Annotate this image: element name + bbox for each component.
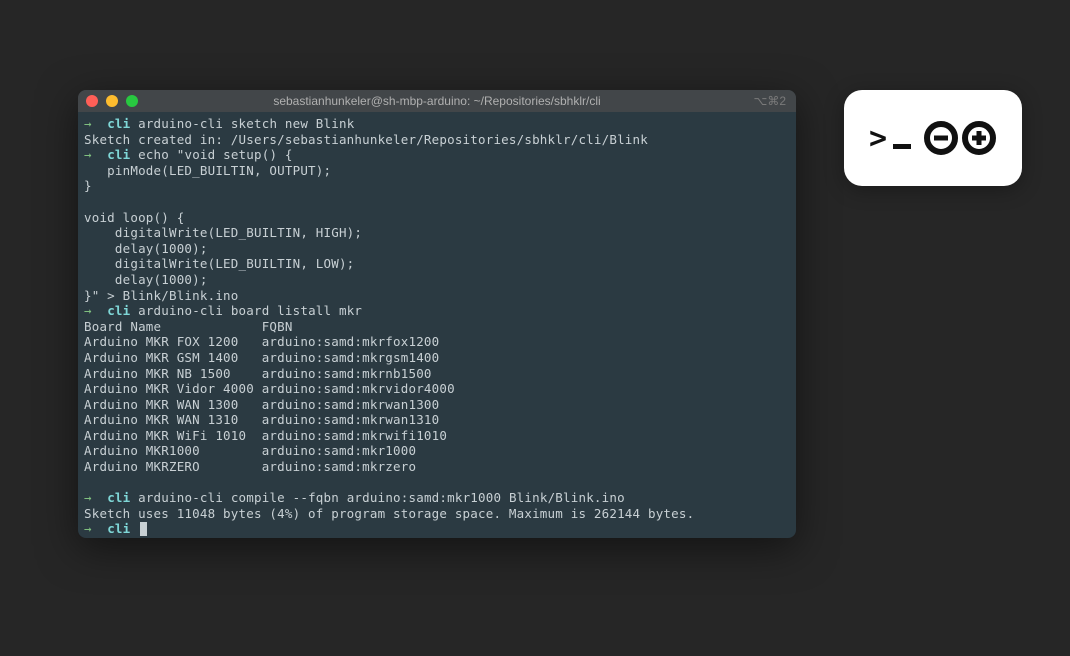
cmd-echo: echo "void setup() {	[138, 147, 293, 162]
output-line: }	[84, 178, 92, 193]
window-shortcut: ⌥⌘2	[753, 94, 786, 108]
output-line: Sketch uses 11048 bytes (4%) of program …	[84, 506, 694, 521]
output-line: pinMode(LED_BUILTIN, OUTPUT);	[84, 163, 331, 178]
cmd-sketch-new: arduino-cli sketch new Blink	[138, 116, 354, 131]
table-row: Arduino MKR NB 1500 arduino:samd:mkrnb15…	[84, 366, 432, 381]
prompt-arrow-icon: →	[84, 147, 92, 162]
table-row: Arduino MKRZERO arduino:samd:mkrzero	[84, 459, 416, 474]
table-row: Arduino MKR GSM 1400 arduino:samd:mkrgsm…	[84, 350, 439, 365]
prompt-arrow-icon: →	[84, 521, 92, 536]
table-row: Arduino MKR FOX 1200 arduino:samd:mkrfox…	[84, 334, 439, 349]
titlebar[interactable]: sebastianhunkeler@sh-mbp-arduino: ~/Repo…	[78, 90, 796, 112]
cmd-board-listall: arduino-cli board listall mkr	[138, 303, 362, 318]
minimize-icon[interactable]	[106, 95, 118, 107]
prompt-arrow-icon: →	[84, 303, 92, 318]
traffic-lights	[86, 95, 138, 107]
terminal-body[interactable]: → cli arduino-cli sketch new Blink Sketc…	[78, 112, 796, 538]
prompt-dir: cli	[107, 147, 130, 162]
gt-symbol: >	[869, 121, 887, 156]
terminal-window[interactable]: sebastianhunkeler@sh-mbp-arduino: ~/Repo…	[78, 90, 796, 538]
table-row: Arduino MKR WiFi 1010 arduino:samd:mkrwi…	[84, 428, 447, 443]
output-line: digitalWrite(LED_BUILTIN, LOW);	[84, 256, 354, 271]
arduino-infinity-icon	[923, 120, 997, 156]
prompt-symbol-icon: >	[869, 121, 911, 156]
prompt-dir: cli	[107, 116, 130, 131]
prompt-dir: cli	[107, 490, 130, 505]
output-line: void loop() {	[84, 210, 184, 225]
prompt-dir: cli	[107, 521, 130, 536]
close-icon[interactable]	[86, 95, 98, 107]
output-line: delay(1000);	[84, 272, 208, 287]
output-line: digitalWrite(LED_BUILTIN, HIGH);	[84, 225, 362, 240]
cursor-icon	[140, 522, 147, 536]
output-line: }" > Blink/Blink.ino	[84, 288, 239, 303]
table-row: Arduino MKR WAN 1300 arduino:samd:mkrwan…	[84, 397, 439, 412]
prompt-dir: cli	[107, 303, 130, 318]
prompt-arrow-icon: →	[84, 490, 92, 505]
table-row: Arduino MKR1000 arduino:samd:mkr1000	[84, 443, 416, 458]
zoom-icon[interactable]	[126, 95, 138, 107]
output-line: Sketch created in: /Users/sebastianhunke…	[84, 132, 648, 147]
table-header: Board Name FQBN	[84, 319, 293, 334]
underscore-icon	[893, 144, 911, 149]
table-row: Arduino MKR Vidor 4000 arduino:samd:mkrv…	[84, 381, 455, 396]
output-line: delay(1000);	[84, 241, 208, 256]
prompt-arrow-icon: →	[84, 116, 92, 131]
arduino-cli-logo: >	[844, 90, 1022, 186]
window-title: sebastianhunkeler@sh-mbp-arduino: ~/Repo…	[78, 94, 796, 108]
cmd-compile: arduino-cli compile --fqbn arduino:samd:…	[138, 490, 625, 505]
table-row: Arduino MKR WAN 1310 arduino:samd:mkrwan…	[84, 412, 439, 427]
